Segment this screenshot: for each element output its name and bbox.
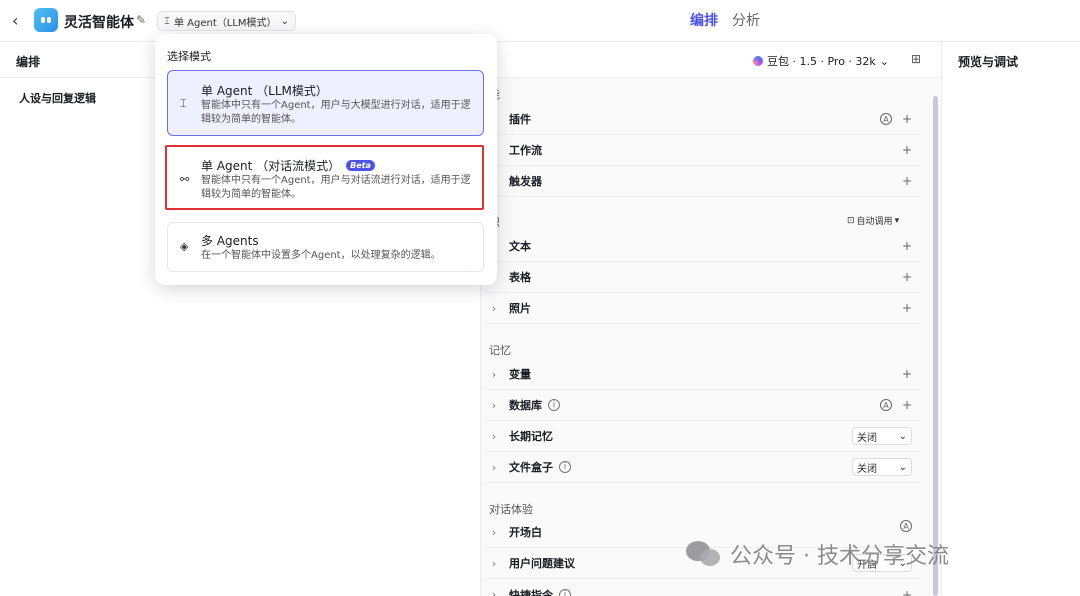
chevron-right-icon[interactable]: › bbox=[485, 430, 503, 443]
auto-call-icon: ⊡ bbox=[847, 215, 855, 226]
row-label: 开场白 bbox=[509, 526, 542, 539]
scrollbar[interactable] bbox=[933, 96, 938, 596]
layout-grid-icon[interactable]: ⊞ bbox=[911, 52, 921, 66]
row-label: 照片 bbox=[509, 302, 531, 315]
chevron-right-icon[interactable]: › bbox=[485, 526, 503, 539]
wechat-logo-icon bbox=[686, 541, 722, 567]
long-memory-select[interactable]: 关闭 ⌄ bbox=[852, 427, 912, 445]
row-photo[interactable]: › 照片 + bbox=[485, 293, 920, 324]
app-avatar-icon bbox=[34, 8, 58, 32]
auto-call-select[interactable]: ⊡ 自动调用 ▾ bbox=[847, 214, 900, 228]
add-icon[interactable]: + bbox=[902, 367, 912, 381]
app-name: 灵活智能体 bbox=[64, 15, 134, 31]
watermark-text: 公众号 · 技术分享交流 bbox=[730, 544, 949, 569]
section-dialog: 对话体验 bbox=[489, 503, 533, 516]
model-logo-icon bbox=[753, 56, 763, 66]
preview-panel-title: 预览与调试 bbox=[958, 55, 1019, 69]
section-memory: 记忆 bbox=[489, 344, 511, 357]
info-icon[interactable]: i bbox=[559, 588, 571, 596]
tab-analysis[interactable]: 分析 bbox=[732, 10, 760, 30]
preview-panel: 预览与调试 bbox=[942, 42, 1080, 596]
chevron-right-icon[interactable]: › bbox=[485, 557, 503, 570]
option-multi-agents[interactable]: ◈ 多 Agents 在一个智能体中设置多个Agent，以处理复杂的逻辑。 bbox=[167, 222, 484, 272]
layers-icon: ◈ bbox=[180, 240, 189, 253]
dropdown-title: 选择模式 bbox=[167, 50, 211, 63]
auto-icon[interactable]: A bbox=[879, 399, 892, 411]
row-label: 触发器 bbox=[509, 175, 542, 188]
chevron-right-icon[interactable]: › bbox=[485, 461, 503, 474]
add-icon[interactable]: + bbox=[902, 112, 912, 126]
model-select[interactable]: 豆包 · 1.5 · Pro · 32k ⌄ bbox=[753, 53, 889, 69]
persona-section-title: 人设与回复逻辑 bbox=[19, 92, 96, 105]
chevron-right-icon[interactable]: › bbox=[485, 588, 503, 596]
add-icon[interactable]: + bbox=[902, 301, 912, 315]
row-long-memory[interactable]: › 长期记忆 关闭 ⌄ bbox=[485, 421, 920, 452]
row-label: 表格 bbox=[509, 271, 531, 284]
row-database[interactable]: › 数据库 i A + bbox=[485, 390, 920, 421]
option-single-agent-llm[interactable]: ⌶ 单 Agent （LLM模式） 智能体中只有一个Agent，用户与大模型进行… bbox=[167, 70, 484, 136]
add-icon[interactable]: + bbox=[902, 398, 912, 412]
left-panel-title: 编排 bbox=[16, 55, 41, 69]
mode-select-label: 单 Agent（LLM模式） bbox=[174, 17, 277, 29]
select-value: 关闭 bbox=[857, 432, 877, 444]
chevron-right-icon[interactable]: › bbox=[485, 302, 503, 315]
caret-down-icon: ▾ bbox=[894, 215, 900, 226]
row-shortcut[interactable]: › 快捷指令 i + bbox=[485, 579, 920, 596]
row-variable[interactable]: › 变量 + bbox=[485, 359, 920, 390]
auto-icon[interactable]: A bbox=[900, 520, 912, 532]
row-label: 文件盒子 bbox=[509, 461, 553, 474]
single-agent-icon: ⌶ bbox=[164, 15, 170, 27]
option-desc: 智能体中只有一个Agent，用户与大模型进行对话，适用于逻辑较为简单的智能体。 bbox=[201, 100, 471, 125]
row-file-box[interactable]: › 文件盒子 i 关闭 ⌄ bbox=[485, 452, 920, 483]
row-label: 数据库 bbox=[509, 399, 542, 412]
add-icon[interactable]: + bbox=[902, 239, 912, 253]
row-plugin[interactable]: 插件 A + bbox=[485, 104, 920, 135]
info-icon[interactable]: i bbox=[548, 399, 560, 411]
row-label: 工作流 bbox=[509, 144, 542, 157]
chevron-down-icon: ⌄ bbox=[898, 430, 907, 442]
edit-icon[interactable]: ✎ bbox=[136, 13, 146, 27]
auto-call-label: 自动调用 bbox=[856, 217, 893, 227]
top-tabs: 编排 分析 bbox=[690, 10, 760, 30]
select-value: 关闭 bbox=[857, 463, 877, 475]
row-label: 插件 bbox=[509, 113, 531, 126]
back-icon[interactable]: ‹ bbox=[12, 11, 18, 30]
row-trigger[interactable]: 触发器 + bbox=[485, 166, 920, 197]
add-icon[interactable]: + bbox=[902, 270, 912, 284]
chevron-down-icon: ⌄ bbox=[280, 15, 289, 27]
skills-panel: 豆包 · 1.5 · Pro · 32k ⌄ ⊞ 能 插件 A+ 工作流 + 触… bbox=[480, 42, 942, 596]
info-icon[interactable]: i bbox=[559, 461, 571, 473]
row-workflow[interactable]: 工作流 + bbox=[485, 135, 920, 166]
row-label: 文本 bbox=[509, 240, 531, 253]
row-table[interactable]: 表格 + bbox=[485, 262, 920, 293]
option-title: 单 Agent （LLM模式） bbox=[201, 84, 328, 98]
skills-panel-header: 豆包 · 1.5 · Pro · 32k ⌄ ⊞ bbox=[481, 42, 941, 78]
highlight-frame bbox=[165, 145, 484, 210]
row-label: 快捷指令 bbox=[509, 588, 553, 596]
chevron-right-icon[interactable]: › bbox=[485, 368, 503, 381]
option-title: 多 Agents bbox=[201, 234, 259, 248]
auto-icon[interactable]: A bbox=[879, 113, 892, 125]
chevron-down-icon: ⌄ bbox=[879, 54, 889, 68]
model-name: 豆包 · 1.5 · Pro · 32k bbox=[767, 55, 876, 68]
option-desc: 在一个智能体中设置多个Agent，以处理复杂的逻辑。 bbox=[201, 250, 441, 261]
row-label: 用户问题建议 bbox=[509, 557, 575, 570]
tab-orchestrate[interactable]: 编排 bbox=[690, 10, 718, 30]
chevron-right-icon[interactable]: › bbox=[485, 399, 503, 412]
add-icon[interactable]: + bbox=[902, 143, 912, 157]
chevron-down-icon: ⌄ bbox=[898, 461, 907, 473]
file-box-select[interactable]: 关闭 ⌄ bbox=[852, 458, 912, 476]
row-label: 变量 bbox=[509, 368, 531, 381]
watermark: 公众号 · 技术分享交流 bbox=[686, 538, 949, 570]
row-text[interactable]: 文本 + bbox=[485, 231, 920, 262]
add-icon[interactable]: + bbox=[902, 174, 912, 188]
single-agent-icon: ⌶ bbox=[180, 97, 187, 110]
row-label: 长期记忆 bbox=[509, 430, 553, 443]
add-icon[interactable]: + bbox=[902, 588, 912, 596]
mode-select[interactable]: ⌶ 单 Agent（LLM模式） ⌄ bbox=[157, 11, 296, 31]
